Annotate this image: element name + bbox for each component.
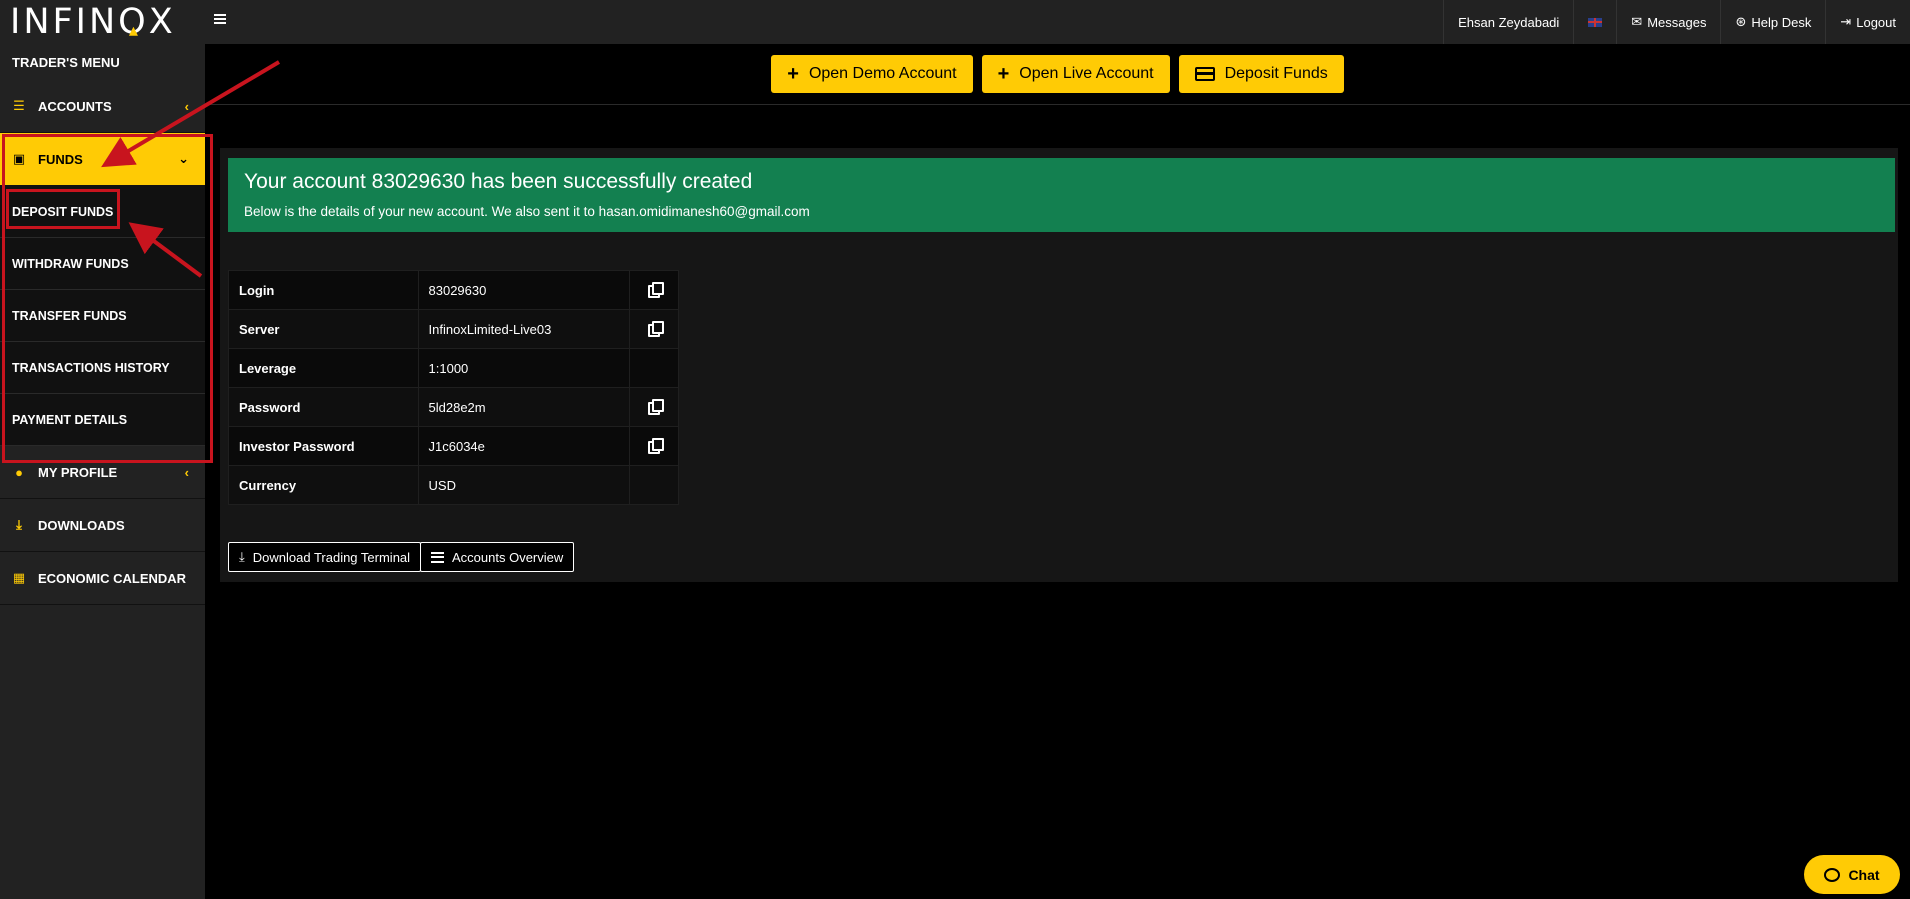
sidebar-item-label: MY PROFILE bbox=[38, 464, 118, 480]
open-demo-account-button[interactable]: + Open Demo Account bbox=[771, 55, 973, 93]
hamburger-menu-icon[interactable] bbox=[214, 12, 230, 30]
plus-icon: + bbox=[787, 63, 799, 85]
open-live-account-label: Open Live Account bbox=[1019, 65, 1154, 82]
details-value: 83029630 bbox=[417, 270, 631, 310]
sidebar-item-economic-calendar[interactable]: ▦ ECONOMIC CALENDAR bbox=[0, 552, 205, 605]
details-row: Leverage 1:1000 bbox=[228, 348, 679, 388]
sidebar-item-label: ACCOUNTS bbox=[38, 98, 112, 114]
list-icon bbox=[431, 551, 444, 563]
deposit-funds-label: Deposit Funds bbox=[1224, 65, 1328, 82]
download-icon: ⤓ bbox=[16, 517, 22, 532]
sidebar-subitem-transactions-history[interactable]: TRANSACTIONS HISTORY bbox=[0, 342, 205, 394]
sidebar-item-label: FUNDS bbox=[38, 151, 83, 167]
top-bar: INFINO X Ehsan Zeydabadi ✉ Messages ⊛ Help … bbox=[0, 0, 1910, 44]
details-row: Investor Password J1c6034e bbox=[228, 426, 679, 466]
copy-icon[interactable] bbox=[647, 281, 664, 298]
account-details-table: Login 83029630 Server InfinoxLimited-Live03… bbox=[228, 270, 679, 505]
sidebar-subitem-payment-details[interactable]: PAYMENT DETAILS bbox=[0, 394, 205, 446]
help-desk-label: Help Desk bbox=[1751, 14, 1812, 30]
details-value: 1:1000 bbox=[417, 348, 631, 388]
sidebar: TRADER'S MENU ☰ ACCOUNTS ‹ ▣ FUNDS ⌄ DEP… bbox=[0, 44, 205, 899]
sidebar-item-funds[interactable]: ▣ FUNDS ⌄ bbox=[0, 133, 205, 186]
download-trading-terminal-button[interactable]: ⤓ Download Trading Terminal bbox=[228, 542, 422, 572]
details-row: Login 83029630 bbox=[228, 270, 679, 310]
messages-link[interactable]: ✉ Messages bbox=[1616, 0, 1720, 44]
success-title: Your account 83029630 has been successfu… bbox=[244, 170, 753, 193]
copy-icon[interactable] bbox=[647, 320, 664, 337]
details-key: Login bbox=[228, 270, 419, 310]
chat-label: Chat bbox=[1848, 866, 1880, 883]
details-row: Password 5ld28e2m bbox=[228, 387, 679, 427]
accounts-overview-button[interactable]: Accounts Overview bbox=[420, 542, 575, 572]
copy-icon[interactable] bbox=[647, 398, 664, 415]
user-name: Ehsan Zeydabadi bbox=[1458, 14, 1560, 30]
sidebar-subitem-withdraw-funds[interactable]: WITHDRAW FUNDS bbox=[0, 238, 205, 290]
details-copy-cell[interactable] bbox=[629, 426, 679, 466]
sidebar-item-label: ECONOMIC CALENDAR bbox=[38, 570, 187, 586]
details-key: Leverage bbox=[228, 348, 419, 388]
details-copy-cell[interactable] bbox=[629, 270, 679, 310]
deposit-funds-button[interactable]: Deposit Funds bbox=[1178, 55, 1344, 93]
logout-icon: ⇥ bbox=[1840, 14, 1852, 29]
success-alert: Your account 83029630 has been successfu… bbox=[228, 158, 1895, 232]
accounts-overview-label: Accounts Overview bbox=[452, 549, 564, 565]
sidebar-subitem-deposit-funds[interactable]: DEPOSIT FUNDS bbox=[0, 186, 205, 238]
details-key: Server bbox=[228, 309, 419, 349]
plus-icon: + bbox=[997, 63, 1010, 85]
details-value: 5ld28e2m bbox=[417, 387, 631, 427]
calendar-icon: ▦ bbox=[12, 570, 26, 585]
details-row: Currency USD bbox=[228, 465, 679, 505]
details-value: J1c6034e bbox=[417, 426, 631, 466]
details-copy-cell bbox=[629, 465, 679, 505]
messages-label: Messages bbox=[1647, 14, 1707, 30]
details-copy-cell[interactable] bbox=[629, 387, 679, 427]
download-trading-terminal-label: Download Trading Terminal bbox=[252, 549, 411, 565]
language-selector[interactable] bbox=[1573, 0, 1616, 44]
uk-flag-icon bbox=[1588, 17, 1603, 27]
details-value: InfinoxLimited-Live03 bbox=[417, 309, 631, 349]
open-demo-account-label: Open Demo Account bbox=[808, 65, 957, 82]
details-copy-cell bbox=[629, 348, 679, 388]
details-key: Password bbox=[228, 387, 419, 427]
chevron-left-icon: ‹ bbox=[184, 98, 189, 114]
chat-bubble-icon bbox=[1824, 867, 1841, 882]
wallet-icon: ▣ bbox=[12, 151, 26, 166]
details-copy-cell[interactable] bbox=[629, 309, 679, 349]
details-key: Currency bbox=[228, 465, 419, 505]
sidebar-item-downloads[interactable]: ⤓ DOWNLOADS bbox=[0, 499, 205, 552]
user-icon: ● bbox=[15, 464, 23, 480]
open-live-account-button[interactable]: + Open Live Account bbox=[981, 55, 1170, 93]
envelope-icon: ✉ bbox=[1631, 14, 1643, 29]
user-name-menu[interactable]: Ehsan Zeydabadi bbox=[1443, 0, 1573, 44]
chevron-left-icon: ‹ bbox=[184, 464, 189, 480]
success-subtitle: Below is the details of your new account… bbox=[244, 204, 810, 219]
credit-card-icon bbox=[1194, 67, 1215, 81]
infinox-logo[interactable]: INFINO X bbox=[10, 2, 176, 42]
logout-label: Logout bbox=[1856, 14, 1896, 30]
chat-button[interactable]: Chat bbox=[1804, 855, 1900, 894]
details-key: Investor Password bbox=[228, 426, 419, 466]
action-bar: + Open Demo Account + Open Live Account … bbox=[205, 44, 1910, 105]
lifebuoy-icon: ⊛ bbox=[1735, 14, 1747, 29]
details-value: USD bbox=[417, 465, 631, 505]
download-icon: ⤓ bbox=[239, 549, 245, 564]
sidebar-item-my-profile[interactable]: ● MY PROFILE ‹ bbox=[0, 446, 205, 499]
sidebar-item-label: DOWNLOADS bbox=[38, 517, 125, 533]
account-created-panel: Your account 83029630 has been successfu… bbox=[220, 148, 1898, 582]
sidebar-title: TRADER'S MENU bbox=[12, 54, 120, 70]
sidebar-item-accounts[interactable]: ☰ ACCOUNTS ‹ bbox=[0, 80, 205, 133]
help-desk-link[interactable]: ⊛ Help Desk bbox=[1720, 0, 1825, 44]
chevron-down-icon: ⌄ bbox=[178, 151, 189, 166]
logout-link[interactable]: ⇥ Logout bbox=[1825, 0, 1910, 44]
sidebar-subitem-transfer-funds[interactable]: TRANSFER FUNDS bbox=[0, 290, 205, 342]
details-row: Server InfinoxLimited-Live03 bbox=[228, 309, 679, 349]
copy-icon[interactable] bbox=[647, 437, 664, 454]
list-icon: ☰ bbox=[13, 98, 25, 113]
